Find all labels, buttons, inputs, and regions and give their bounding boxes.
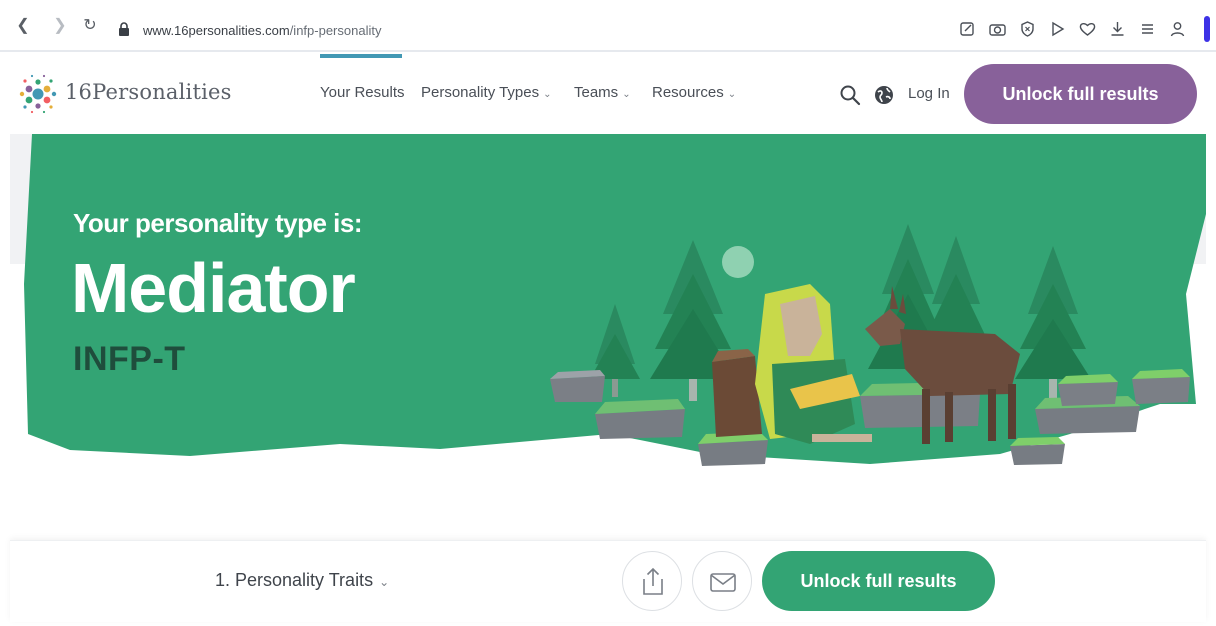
site-header: 16Personalities Your Results Personality… (0, 54, 1216, 134)
edit-icon[interactable] (958, 19, 977, 39)
nav-teams[interactable]: Teams ⌄ (574, 84, 631, 101)
list-icon[interactable] (1138, 19, 1157, 39)
download-icon[interactable] (1108, 19, 1127, 39)
extension-icons (958, 19, 1187, 39)
section-label: 1. Personality Traits (215, 570, 374, 590)
chevron-down-icon: ⌄ (379, 575, 390, 589)
chevron-down-icon: ⌄ (543, 89, 552, 100)
personality-type-code: INFP-T (73, 340, 186, 378)
nav-label: Personality Types (421, 84, 540, 101)
forward-icon[interactable]: ❯ (51, 17, 69, 35)
back-icon[interactable]: ❮ (14, 17, 32, 35)
sidebar-toggle[interactable] (1204, 16, 1210, 42)
url-path: /infp-personality (289, 23, 382, 38)
lock-icon (119, 22, 129, 36)
logo-text[interactable]: 16Personalities (65, 80, 232, 104)
search-icon[interactable] (839, 84, 861, 106)
nav-active-indicator (320, 54, 402, 58)
chevron-down-icon: ⌄ (622, 89, 631, 100)
camera-icon[interactable] (988, 19, 1007, 39)
share-button[interactable] (622, 551, 682, 611)
unlock-full-results-button-bottom[interactable]: Unlock full results (762, 551, 995, 611)
profile-icon[interactable] (1168, 19, 1187, 39)
browser-toolbar: ❮ ❯ ↻ www.16personalities.com/infp-perso… (0, 0, 1216, 52)
share-icon (643, 567, 663, 595)
unlock-full-results-button[interactable]: Unlock full results (964, 64, 1197, 124)
nav-personality-types[interactable]: Personality Types ⌄ (421, 84, 552, 101)
chevron-down-icon: ⌄ (727, 89, 737, 100)
personality-type-name: Mediator (71, 249, 356, 327)
reload-icon[interactable]: ↻ (81, 17, 99, 35)
mail-icon (710, 573, 736, 592)
address-bar[interactable]: www.16personalities.com/infp-personality (143, 23, 381, 38)
heart-icon[interactable] (1078, 19, 1097, 39)
play-icon[interactable] (1048, 19, 1067, 39)
globe-icon[interactable] (873, 84, 895, 106)
nav-your-results[interactable]: Your Results (320, 84, 405, 101)
nav-label: Resources (652, 84, 724, 101)
section-dropdown[interactable]: 1. Personality Traits ⌄ (215, 570, 389, 591)
nav-label: Your Results (320, 84, 405, 101)
logo-icon[interactable] (16, 72, 60, 116)
url-host: www.16personalities.com (143, 23, 290, 38)
hero-title: Your personality type is: (73, 208, 362, 238)
email-button[interactable] (692, 551, 752, 611)
nav-label: Teams (574, 84, 619, 101)
login-link[interactable]: Log In (908, 85, 950, 102)
shield-icon[interactable] (1018, 19, 1037, 39)
section-toolbar (10, 540, 1206, 622)
nav-resources[interactable]: Resources ⌄ (652, 84, 736, 101)
